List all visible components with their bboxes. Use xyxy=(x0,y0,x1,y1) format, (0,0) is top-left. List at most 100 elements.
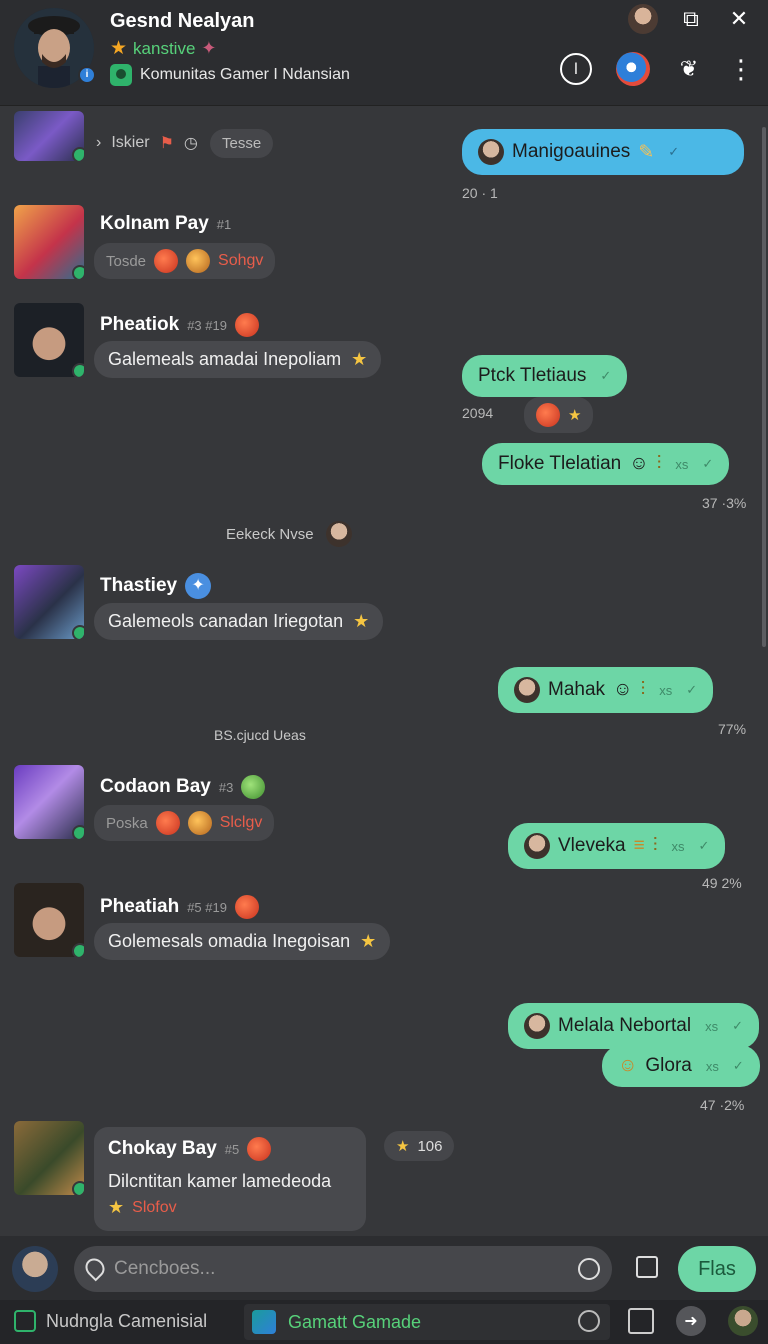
sender-avatar xyxy=(524,833,550,859)
avatar[interactable] xyxy=(14,565,84,639)
user-avatar[interactable] xyxy=(628,4,658,34)
read-receipt-icon: ✓ xyxy=(686,682,698,697)
message-list[interactable]: › Iskier ⚑ ◷ Tesse Manigoauines ✎ ✓ 20 ·… xyxy=(0,107,768,1235)
community-tab-icon xyxy=(14,1310,36,1332)
profile-avatar[interactable] xyxy=(728,1306,758,1336)
outgoing-message[interactable]: Manigoauines ✎ ✓ xyxy=(462,129,744,175)
username-text: Thastiey xyxy=(100,575,178,596)
group-name: Gesnd Nealyan xyxy=(110,10,255,32)
outgoing-message[interactable]: Mahak ☺ ⫶ xs ✓ xyxy=(498,667,714,713)
reaction-text: Tesse xyxy=(222,135,262,152)
message-text: Floke Tlelatian xyxy=(498,453,622,474)
reaction-pill[interactable]: ★ xyxy=(524,397,594,433)
username-text: Pheatiah xyxy=(100,896,180,917)
reaction-row[interactable]: ★ Slofov xyxy=(108,1197,177,1218)
username[interactable]: Thastiey ✦ xyxy=(100,573,212,599)
message-text: Golemesals omadia Inegoisan xyxy=(108,931,351,951)
community-row[interactable]: Komunitas Gamer I Ndansian xyxy=(110,64,350,86)
flag-icon: ⚑ xyxy=(159,135,174,152)
reaction-pill[interactable]: Tosde Sohgv xyxy=(94,243,276,279)
grid-icon[interactable] xyxy=(628,1308,654,1334)
popout-icon[interactable]: ⧉ xyxy=(676,4,706,34)
username-text: Kolnam Pay xyxy=(100,213,209,234)
verified-star-icon: ✦ xyxy=(185,573,212,599)
scrollbar[interactable] xyxy=(762,127,766,647)
username[interactable]: Kolnam Pay #1 xyxy=(100,213,231,235)
message-time: 49 2% xyxy=(702,875,742,891)
avatar[interactable] xyxy=(14,111,84,161)
emoji-picker-icon[interactable] xyxy=(578,1258,600,1280)
arrow-right-icon[interactable]: ➜ xyxy=(676,1306,706,1336)
avatar[interactable] xyxy=(14,1121,84,1195)
game-tab-icon xyxy=(252,1310,276,1334)
message-text: Glora xyxy=(645,1055,692,1076)
emoji-face-icon: ☺ xyxy=(618,1055,638,1076)
reaction-pill[interactable]: Tesse xyxy=(210,129,274,158)
username[interactable]: Chokay Bay #5 xyxy=(108,1137,272,1161)
emoji-icon xyxy=(155,811,180,835)
emoji-icon xyxy=(234,313,259,337)
user-tag: #3 xyxy=(218,779,234,795)
sender-avatar xyxy=(524,1013,550,1039)
read-receipt-icon: ✓ xyxy=(732,1018,743,1033)
message-text: Ptck Tletiaus xyxy=(478,365,587,386)
timer-icon[interactable]: ⅼ xyxy=(560,53,592,85)
message-input[interactable]: Cencboes... xyxy=(74,1246,612,1292)
reaction-label: Sohgv xyxy=(218,252,264,269)
read-receipt-icon: ✓ xyxy=(732,1058,744,1073)
star-icon: ★ xyxy=(110,38,128,59)
chat-header: i Gesnd Nealyan ★ kanstive ✦ Komunitas G… xyxy=(0,0,768,106)
user-tag: #5 xyxy=(224,1141,240,1157)
header-actions: ⅼ ❦ ⋮ xyxy=(560,52,754,86)
sender-avatar xyxy=(478,139,504,165)
read-receipt-label: xs xyxy=(675,456,689,472)
user-tag: #3 #19 xyxy=(187,317,227,333)
system-note: Eekeck Nvse xyxy=(226,521,352,547)
incoming-message[interactable]: Galemeols canadan Iriegotan ★ xyxy=(94,603,384,640)
system-note-text: Eekeck Nvse xyxy=(226,525,314,543)
my-avatar[interactable] xyxy=(12,1246,58,1292)
clock-icon xyxy=(578,1310,600,1332)
window-controls: ⧉ ✕ xyxy=(628,4,754,34)
reply-row[interactable]: › Iskier ⚑ ◷ xyxy=(96,133,198,153)
bottom-tab-community[interactable]: Nudngla Camenisial xyxy=(14,1310,207,1332)
username[interactable]: Codaon Bay #3 xyxy=(100,775,266,799)
verified-badge xyxy=(72,265,84,279)
avatar[interactable] xyxy=(14,303,84,377)
outgoing-message[interactable]: Melala Nebortal xs ✓ xyxy=(508,1003,759,1049)
avatar[interactable] xyxy=(14,765,84,839)
info-badge: i xyxy=(78,66,96,84)
outgoing-message[interactable]: Ptck Tletiaus ✓ xyxy=(462,355,628,397)
username[interactable]: Pheatiah #5 #19 xyxy=(100,895,259,919)
bottom-tab-game[interactable]: Gamatt Gamade xyxy=(244,1304,610,1340)
incoming-message[interactable]: Golemesals omadia Inegoisan ★ xyxy=(94,923,391,960)
read-receipt-icon: ✓ xyxy=(698,838,710,853)
message-text: Melala Nebortal xyxy=(558,1015,692,1036)
message-time: 77% xyxy=(718,721,747,737)
star-count-pill[interactable]: ★ 106 xyxy=(384,1131,455,1161)
avatar[interactable] xyxy=(14,205,84,279)
game-badge-icon[interactable] xyxy=(616,52,650,86)
close-icon[interactable]: ✕ xyxy=(724,4,754,34)
username[interactable]: Pheatiok #3 #19 xyxy=(100,313,259,337)
reaction-pill[interactable]: Poska Slclgv xyxy=(94,805,275,841)
outgoing-message[interactable]: ☺ Glora xs ✓ xyxy=(602,1045,760,1087)
location-icon[interactable] xyxy=(81,1254,109,1282)
send-button[interactable]: Flas xyxy=(678,1246,756,1292)
attachment-icon[interactable] xyxy=(636,1256,658,1278)
leaf-icon[interactable]: ❦ xyxy=(674,54,704,84)
emoji-icon xyxy=(247,1137,272,1161)
username-text: Chokay Bay xyxy=(108,1138,217,1159)
message-text: Galemeols canadan Iriegotan xyxy=(108,611,344,631)
sender-avatar xyxy=(514,677,540,703)
emoji-icon xyxy=(241,775,266,799)
avatar[interactable] xyxy=(14,883,84,957)
reaction-label: Slofov xyxy=(132,1198,177,1216)
outgoing-message[interactable]: Floke Tlelatian ☺ ⫶ xs ✓ xyxy=(482,443,730,485)
star-icon: ★ xyxy=(396,1138,410,1155)
star-icon: ★ xyxy=(108,1197,125,1217)
composer: Cencboes... Flas xyxy=(0,1236,768,1300)
outgoing-message[interactable]: Vleveka ≡ ⫶ xs ✓ xyxy=(508,823,726,869)
more-options-icon[interactable]: ⋮ xyxy=(728,56,754,82)
incoming-message[interactable]: Galemeals amadai Inepoliam ★ xyxy=(94,341,382,378)
